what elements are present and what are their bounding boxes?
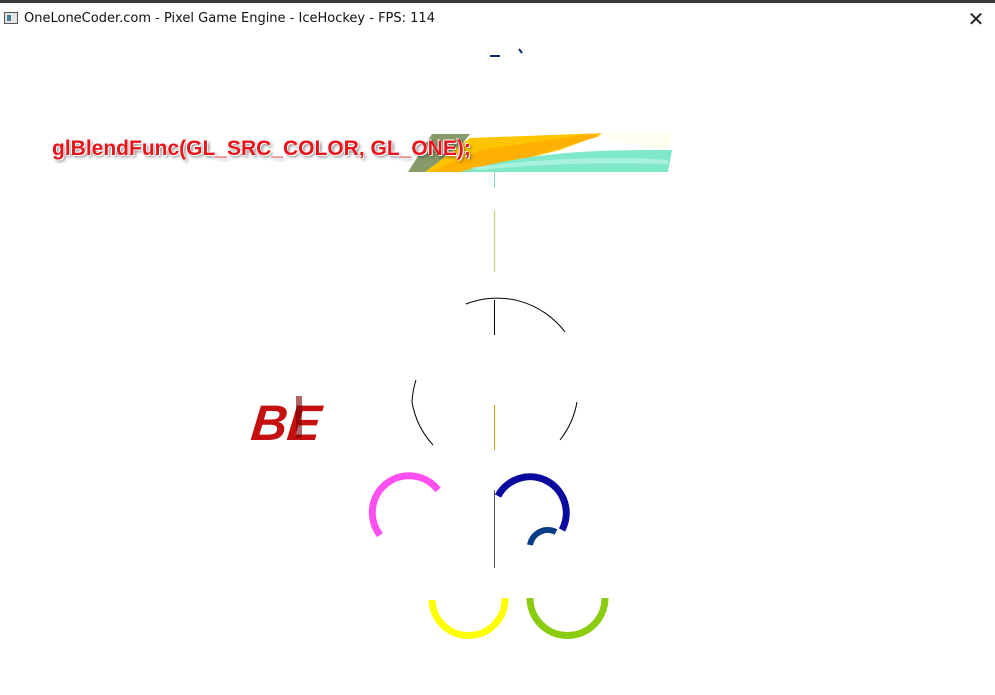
title-bar[interactable]: OneLoneCoder.com - Pixel Game Engine - I… <box>0 0 995 36</box>
game-canvas[interactable]: BE glBlendFunc(GL_SRC_COLOR, GL_ONE); <box>0 36 995 695</box>
close-icon[interactable]: ✕ <box>963 6 989 32</box>
game-window: OneLoneCoder.com - Pixel Game Engine - I… <box>0 0 995 695</box>
top-mark <box>490 48 523 57</box>
rings <box>368 472 609 639</box>
window-title: OneLoneCoder.com - Pixel Game Engine - I… <box>24 11 435 26</box>
blend-func-label: glBlendFunc(GL_SRC_COLOR, GL_ONE); <box>52 137 471 160</box>
rink-render: BE <box>249 48 672 639</box>
window-app-icon[interactable] <box>4 12 18 24</box>
logo-partial: BE <box>249 395 326 451</box>
logo-text: BE <box>249 395 326 451</box>
